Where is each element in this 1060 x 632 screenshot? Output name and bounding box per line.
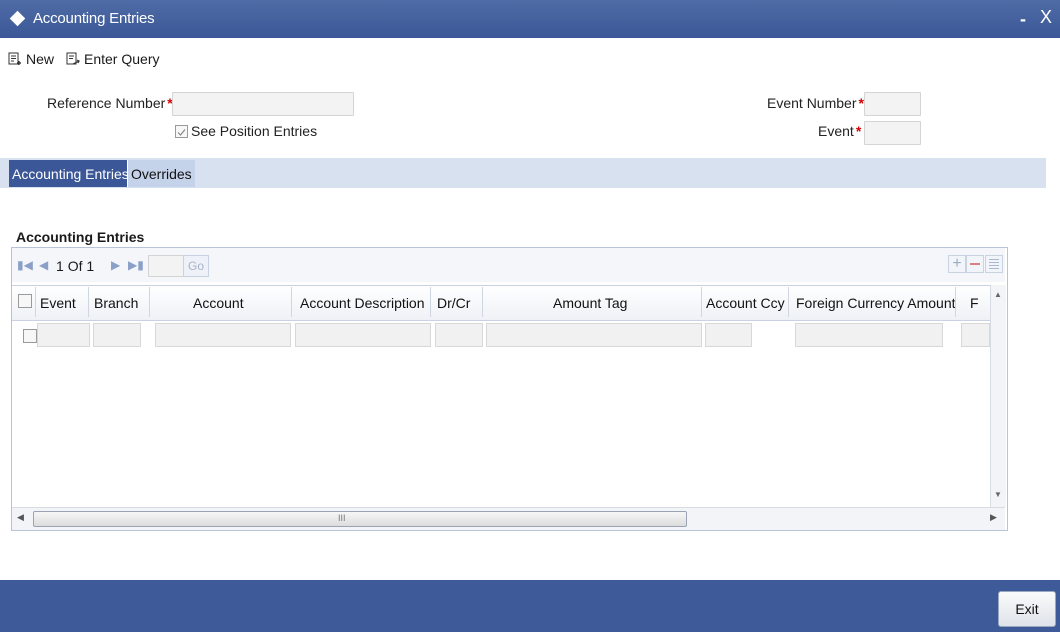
- cell-truncated[interactable]: [961, 323, 990, 347]
- select-all-checkbox[interactable]: [18, 294, 32, 308]
- col-header-foreign-currency-amount[interactable]: Foreign Currency Amount: [796, 295, 956, 311]
- footer-bar: [0, 580, 1060, 632]
- horizontal-scroll-thumb[interactable]: III: [33, 511, 687, 527]
- event-input[interactable]: [864, 121, 921, 145]
- go-button[interactable]: Go: [183, 255, 209, 277]
- checkmark-icon: [177, 129, 186, 136]
- new-button[interactable]: New: [8, 49, 54, 69]
- col-header-branch[interactable]: Branch: [94, 295, 138, 311]
- page-indicator: 1 Of 1: [56, 258, 95, 274]
- add-row-icon[interactable]: +: [948, 255, 966, 273]
- column-divider: [35, 287, 36, 317]
- reference-number-input[interactable]: [172, 92, 354, 116]
- scroll-left-icon[interactable]: ◀: [17, 512, 24, 523]
- see-position-entries-checkbox[interactable]: [175, 125, 188, 138]
- col-header-event[interactable]: Event: [40, 295, 76, 311]
- col-header-account-ccy[interactable]: Account Ccy: [706, 295, 785, 311]
- col-header-truncated[interactable]: F: [970, 295, 979, 311]
- event-number-input[interactable]: [864, 92, 921, 116]
- cell-event[interactable]: [37, 323, 90, 347]
- enter-query-label: Enter Query: [84, 51, 160, 67]
- last-page-icon[interactable]: ▶▮: [128, 258, 144, 272]
- column-divider: [430, 287, 431, 317]
- scroll-up-icon[interactable]: ▲: [994, 290, 1002, 299]
- tab-overrides[interactable]: Overrides: [127, 160, 195, 187]
- column-divider: [88, 287, 89, 317]
- col-header-account-description[interactable]: Account Description: [300, 295, 425, 311]
- cell-account-description[interactable]: [295, 323, 431, 347]
- new-label: New: [26, 51, 55, 67]
- column-divider: [149, 287, 150, 317]
- cell-account[interactable]: [155, 323, 291, 347]
- row-select-checkbox[interactable]: [23, 329, 37, 343]
- column-divider: [701, 287, 702, 317]
- col-header-account[interactable]: Account: [193, 295, 244, 311]
- title-bar: [0, 0, 1060, 38]
- vertical-scrollbar[interactable]: [990, 285, 1006, 507]
- first-page-icon[interactable]: ▮◀: [17, 258, 33, 272]
- cell-foreign-currency-amount[interactable]: [795, 323, 943, 347]
- cell-amount-tag[interactable]: [486, 323, 702, 347]
- single-view-icon[interactable]: [985, 255, 1003, 273]
- query-icon: [66, 52, 80, 65]
- event-label: Event *: [818, 123, 862, 139]
- scroll-right-icon[interactable]: ▶: [990, 512, 997, 523]
- section-title: Accounting Entries: [16, 229, 145, 245]
- scroll-down-icon[interactable]: ▼: [994, 490, 1002, 499]
- col-header-dr-cr[interactable]: Dr/Cr: [437, 295, 470, 311]
- see-position-entries-label: See Position Entries: [191, 123, 318, 139]
- minimize-button[interactable]: -: [1020, 9, 1026, 30]
- tab-accounting-entries[interactable]: Accounting Entries: [9, 160, 132, 187]
- window-title: Accounting Entries: [33, 10, 155, 27]
- new-document-icon: [8, 52, 21, 65]
- cell-dr-cr[interactable]: [435, 323, 483, 347]
- event-number-label: Event Number *: [767, 95, 864, 111]
- close-button[interactable]: X: [1040, 7, 1052, 28]
- exit-button[interactable]: Exit: [998, 591, 1056, 627]
- required-marker: *: [855, 123, 862, 139]
- col-header-amount-tag[interactable]: Amount Tag: [553, 295, 627, 311]
- column-divider: [482, 287, 483, 317]
- enter-query-button[interactable]: Enter Query: [66, 49, 159, 69]
- prev-page-icon[interactable]: ◀: [39, 258, 48, 272]
- scroll-grip: III: [338, 513, 346, 523]
- column-divider: [955, 287, 956, 317]
- cell-account-ccy[interactable]: [705, 323, 752, 347]
- delete-row-icon[interactable]: [966, 255, 984, 273]
- page-number-input[interactable]: [148, 255, 186, 277]
- cell-branch[interactable]: [93, 323, 141, 347]
- column-divider: [291, 287, 292, 317]
- next-page-icon[interactable]: ▶: [111, 258, 120, 272]
- column-divider: [788, 287, 789, 317]
- reference-number-label: Reference Number *: [47, 95, 173, 111]
